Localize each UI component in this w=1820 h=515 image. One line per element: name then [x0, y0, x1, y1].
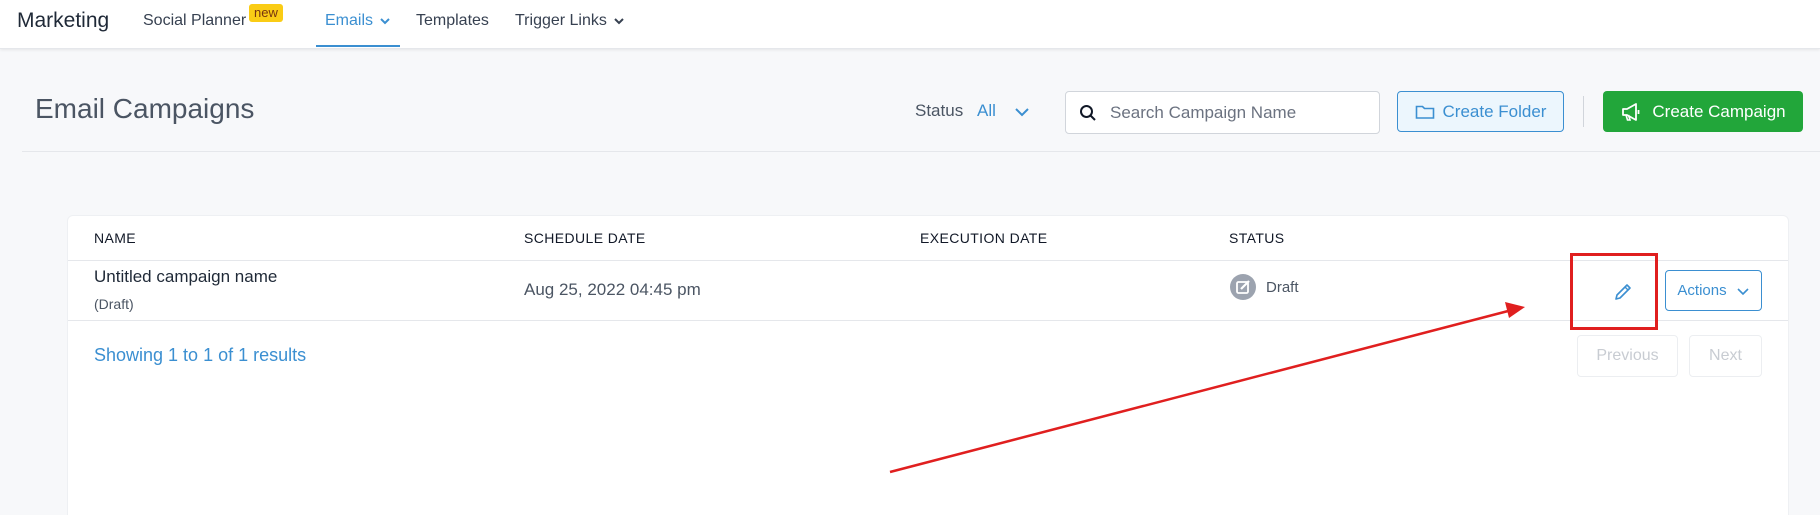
- divider: [68, 260, 1788, 261]
- campaign-name-link[interactable]: Untitled campaign name: [94, 267, 277, 287]
- divider: [22, 151, 1820, 152]
- actions-label: Actions: [1677, 282, 1727, 299]
- create-campaign-label: Create Campaign: [1652, 101, 1786, 121]
- chevron-down-icon: [614, 18, 624, 25]
- nav-item-label: Social Planner: [143, 12, 247, 29]
- new-badge: new: [249, 4, 283, 22]
- create-campaign-button[interactable]: Create Campaign: [1603, 91, 1803, 132]
- search-icon: [1080, 105, 1096, 121]
- column-header-name: NAME: [94, 230, 137, 246]
- status-filter-label: Status: [915, 101, 964, 120]
- search-box: [1065, 91, 1380, 134]
- page-title: Email Campaigns: [35, 93, 255, 124]
- active-tab-indicator: [316, 45, 400, 47]
- pagination-summary: Showing 1 to 1 of 1 results: [94, 345, 307, 365]
- column-header-status: STATUS: [1229, 230, 1285, 246]
- chevron-down-icon: [380, 18, 390, 25]
- nav-item-label: Emails: [325, 12, 374, 29]
- campaign-draft-label: (Draft): [94, 296, 134, 312]
- chevron-down-icon[interactable]: [1012, 102, 1032, 122]
- actions-dropdown-button[interactable]: Actions: [1665, 270, 1762, 311]
- edit-square-icon: [1230, 274, 1256, 300]
- nav-item-label: Trigger Links: [515, 12, 607, 29]
- column-header-execution-date: EXECUTION DATE: [920, 230, 1048, 246]
- nav-item-templates[interactable]: Templates: [416, 12, 489, 30]
- column-header-schedule-date: SCHEDULE DATE: [524, 230, 646, 246]
- search-input[interactable]: [1110, 92, 1370, 133]
- megaphone-icon: [1622, 102, 1640, 121]
- previous-page-button[interactable]: Previous: [1577, 335, 1678, 377]
- nav-item-trigger-links[interactable]: Trigger Links: [515, 12, 625, 30]
- divider: [1583, 96, 1584, 127]
- create-folder-label: Create Folder: [1442, 101, 1547, 121]
- nav-item-social-planner[interactable]: Social Planner: [143, 12, 246, 30]
- brand-title: Marketing: [17, 9, 110, 32]
- status-filter-value[interactable]: All: [977, 101, 996, 121]
- annotation-highlight-box: [1570, 253, 1658, 330]
- status-cell: Draft: [1266, 279, 1299, 296]
- top-nav: Marketing Social Planner new Emails Temp…: [0, 0, 1820, 49]
- nav-item-emails[interactable]: Emails: [325, 12, 391, 30]
- create-folder-button[interactable]: Create Folder: [1397, 91, 1564, 132]
- folder-icon: [1415, 105, 1434, 119]
- chevron-down-icon: [1737, 287, 1749, 295]
- nav-item-label: Templates: [416, 12, 489, 29]
- schedule-date-cell: Aug 25, 2022 04:45 pm: [524, 280, 701, 299]
- next-page-button[interactable]: Next: [1689, 335, 1762, 377]
- divider: [68, 320, 1788, 321]
